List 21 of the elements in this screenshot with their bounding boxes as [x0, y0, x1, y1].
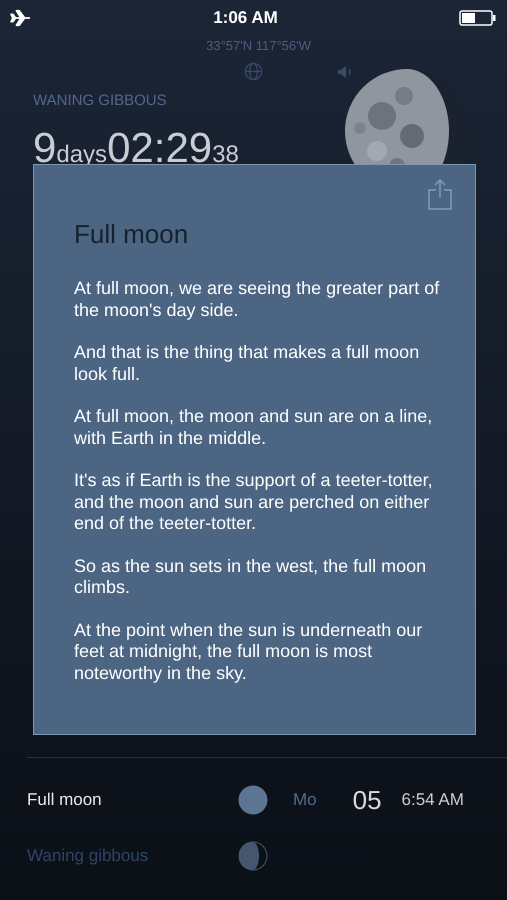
coordinates-text: 33°57'N 117°56'W [206, 37, 311, 55]
dialog-paragraph: At full moon, the moon and sun are on a line, with Earth in the middle. [74, 406, 434, 449]
event-time: 6:54 AM [402, 789, 464, 812]
phase-label[interactable]: Full moon [27, 787, 238, 813]
globe-icon[interactable] [244, 62, 263, 81]
countdown-text: 9days02:2938 [33, 123, 239, 173]
battery-icon [459, 10, 497, 26]
airplane-icon [10, 9, 32, 27]
dialog-paragraph: And that is the thing that makes a full moon look full. [74, 342, 420, 385]
weekday-text: Mo [293, 789, 317, 812]
dialog-paragraph: At full moon, we are seeing the greater part of the moon's day side. [74, 278, 440, 321]
dialog-paragraph: At the point when the sun is underneath our feet at midnight, the full moon is most noteworthy in the sky. [74, 620, 424, 684]
dialog-title: Full moon [74, 218, 188, 251]
dialog-paragraph: It's as if Earth is the support of a teeter-totter, and the moon and sun are perched on either end of the teeter-totter. [74, 470, 434, 534]
day-number: 05 [352, 784, 382, 816]
share-icon[interactable] [428, 178, 452, 210]
dialog-paragraph: So as the sun sets in the west, the full moon climbs. [74, 556, 428, 598]
full-moon-icon [238, 785, 268, 815]
status-time: 1:06 AM [213, 7, 278, 30]
waning-gibbous-icon [238, 841, 268, 871]
phase-name: WANING GIBBOUS [33, 90, 167, 110]
